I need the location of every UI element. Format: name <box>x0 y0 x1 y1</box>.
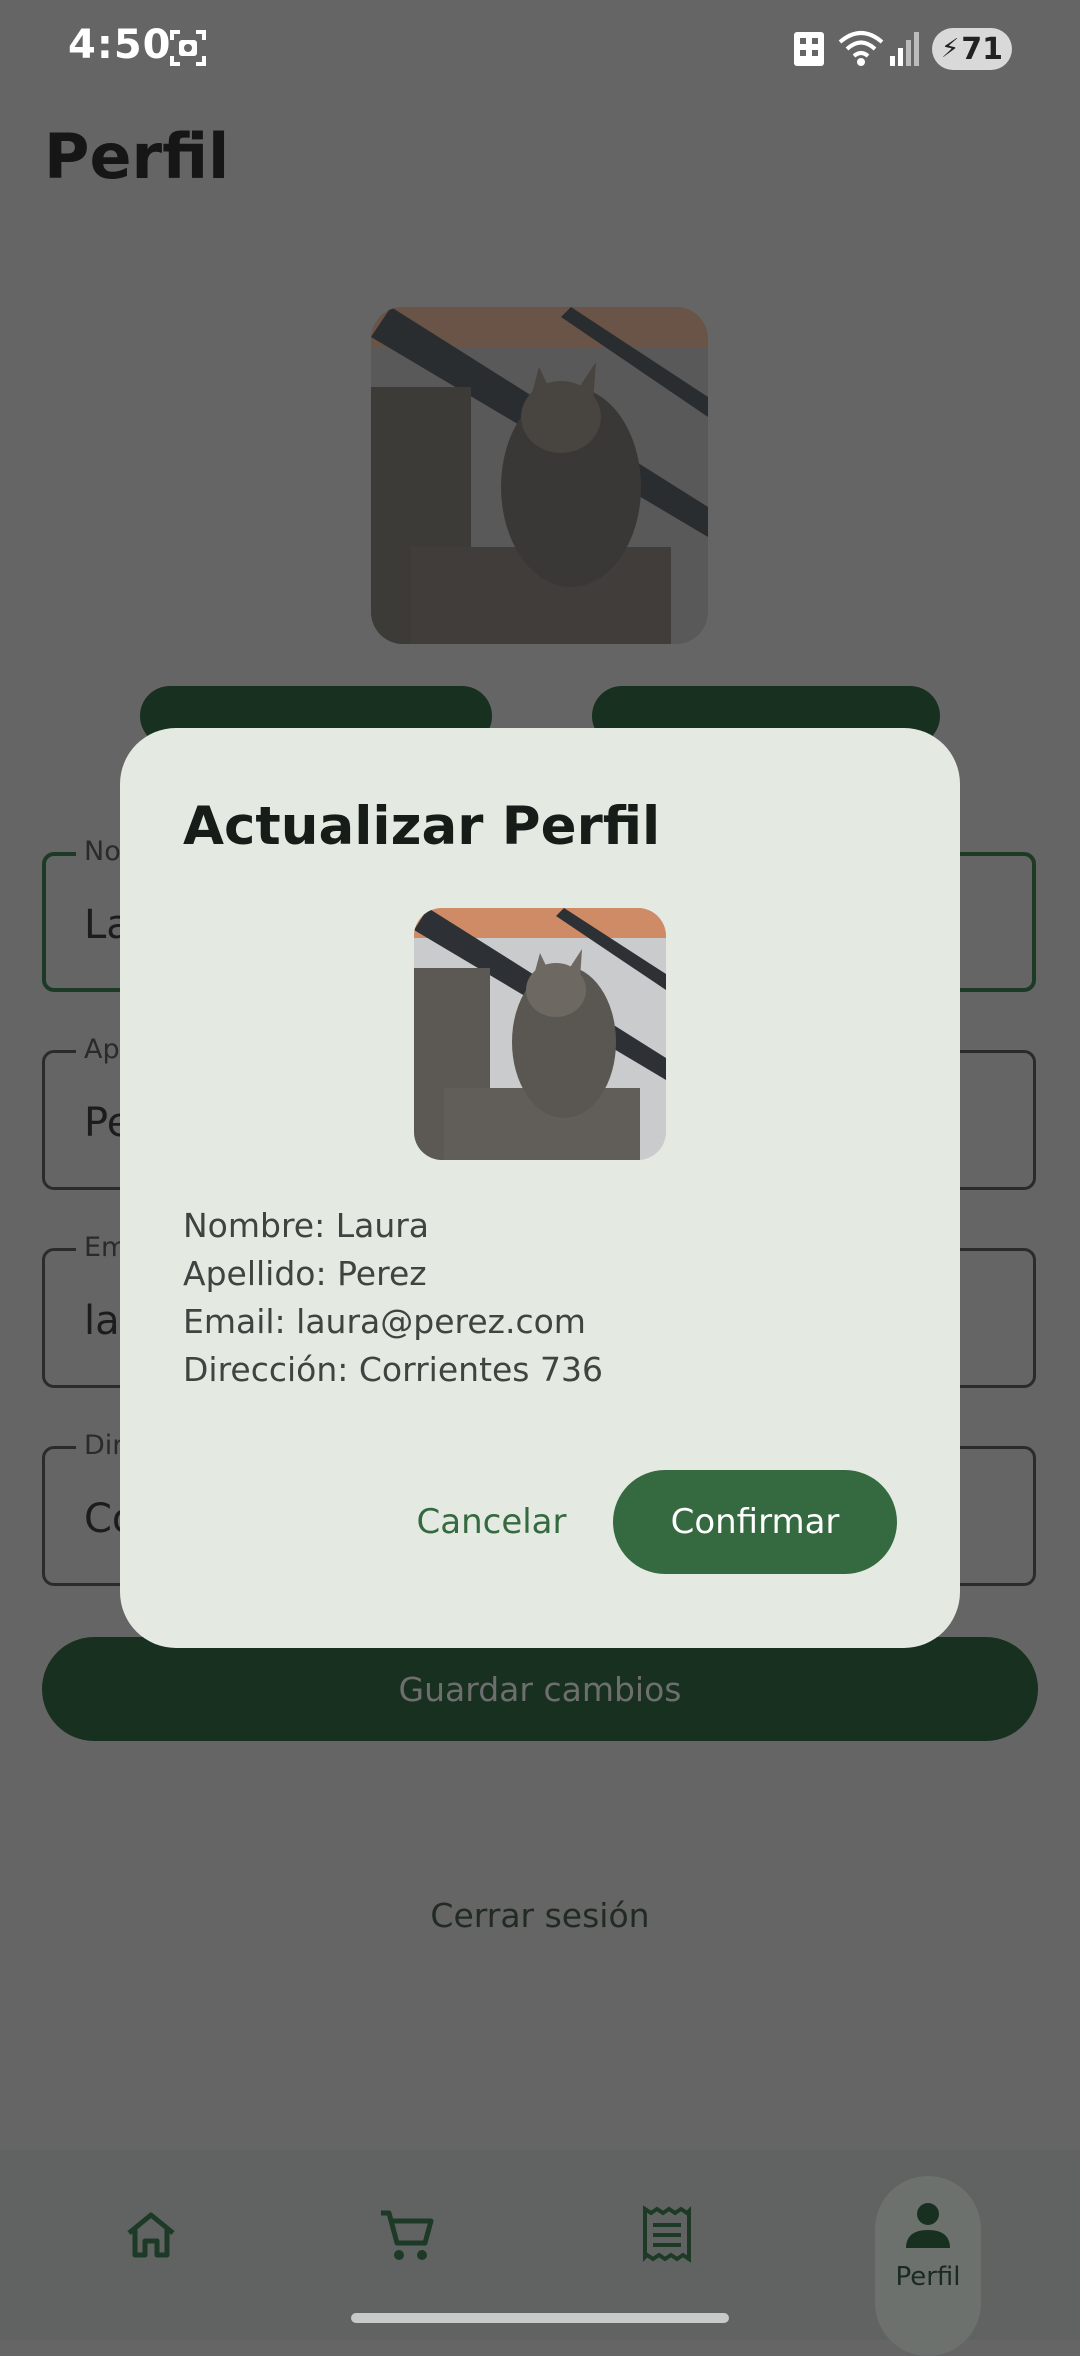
dialog-name-line: Nombre: Laura <box>183 1206 430 1245</box>
person-icon <box>906 2203 950 2248</box>
cat-photo-image <box>371 307 708 644</box>
nav-home[interactable] <box>96 2180 206 2290</box>
home-icon <box>127 2212 175 2258</box>
signal-icon <box>890 32 919 66</box>
email-field-value: la <box>84 1298 120 1344</box>
nav-orders[interactable] <box>612 2180 722 2290</box>
screenshot-icon <box>170 30 206 66</box>
charging-icon: ⚡ <box>940 34 960 64</box>
dialog-address-line: Dirección: Corrientes 736 <box>183 1350 603 1389</box>
page-title: Perfil <box>44 120 230 193</box>
building-icon <box>794 32 824 66</box>
cat-photo-image <box>414 908 666 1160</box>
nav-profile-label: Perfil <box>895 2262 961 2292</box>
cart-icon <box>381 2210 434 2260</box>
profile-photo[interactable] <box>371 307 708 644</box>
dialog-profile-photo <box>414 908 666 1160</box>
nav-cart[interactable] <box>352 2180 462 2290</box>
wifi-icon <box>838 31 884 66</box>
battery-level: 71 <box>961 31 1003 67</box>
cancel-button[interactable]: Cancelar <box>404 1470 579 1574</box>
home-indicator <box>351 2313 729 2323</box>
battery-indicator: ⚡ 71 <box>932 28 1012 70</box>
status-time: 4:50 <box>68 22 172 68</box>
dialog-title: Actualizar Perfil <box>183 796 661 857</box>
save-changes-button[interactable]: Guardar cambios <box>42 1637 1038 1741</box>
confirm-button[interactable]: Confirmar <box>613 1470 897 1574</box>
dialog-email-line: Email: laura@perez.com <box>183 1302 586 1341</box>
receipt-icon <box>643 2205 691 2263</box>
logout-link[interactable]: Cerrar sesión <box>0 1896 1080 1935</box>
dialog-lastname-line: Apellido: Perez <box>183 1254 427 1293</box>
